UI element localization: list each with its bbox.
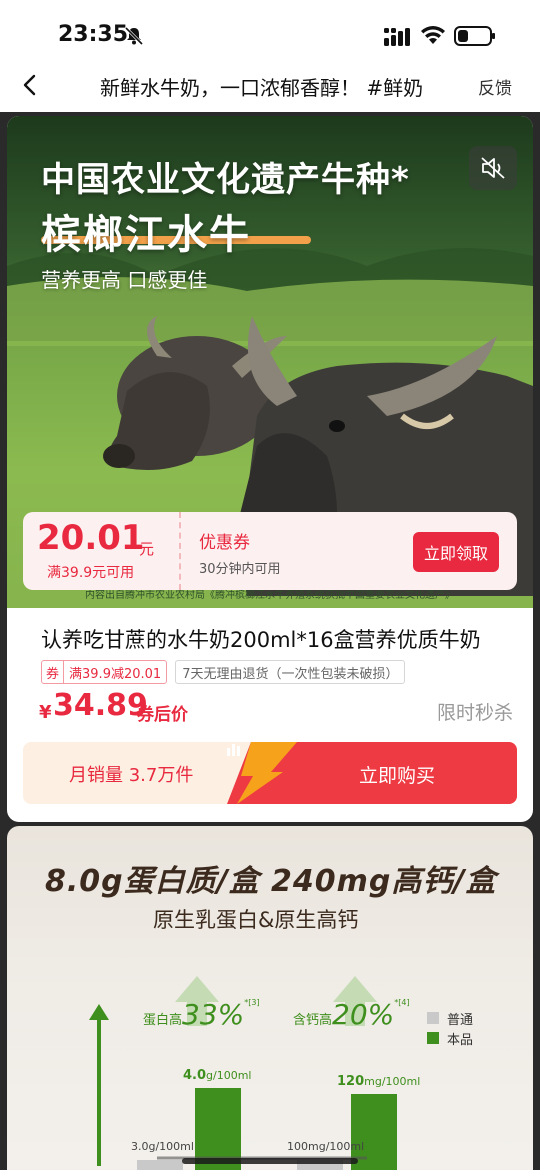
detail-subheadline: 原生乳蛋白&原生高钙 xyxy=(153,908,359,932)
buy-now-button[interactable]: 立即购买 xyxy=(227,742,517,804)
nutrition-comparison: 蛋白高33%*[3] 含钙高20%*[4] 普通 本品 4.0g/100ml 3… xyxy=(7,946,533,1170)
coupon-amount: 20.01 xyxy=(37,518,145,558)
price: 34.89 xyxy=(53,688,148,723)
legend-product: 本品 xyxy=(427,1028,473,1048)
live-bars-icon xyxy=(227,744,240,756)
buy-bar: 月销量 3.7万件 立即购买 xyxy=(23,742,517,804)
back-icon[interactable] xyxy=(18,70,44,100)
monthly-sales: 月销量 3.7万件 xyxy=(69,765,194,786)
protein-product-value: 4.0g/100ml xyxy=(183,1068,252,1083)
calcium-normal-value: 100mg/100ml xyxy=(287,1140,365,1153)
coupon-condition: 满39.9元可用 xyxy=(47,565,135,581)
coupon-tag-text: 满39.9减20.01 xyxy=(69,667,162,682)
hero-title: 中国农业文化遗产牛种* xyxy=(41,160,410,200)
product-hero-image[interactable]: 中国农业文化遗产牛种* 槟榔江水牛 营养更高 口感更佳 内容出自腾冲市农业农村局… xyxy=(7,116,533,608)
protein-normal-value: 3.0g/100ml xyxy=(131,1140,194,1153)
protein-normal-bar xyxy=(137,1160,183,1170)
calcium-product-value: 120mg/100ml xyxy=(337,1074,421,1089)
product-title[interactable]: 认养吃甘蔗的水牛奶200ml*16盒营养优质牛奶 xyxy=(41,624,511,654)
coupon-value: 20.01 元 满39.9元可用 xyxy=(23,512,181,590)
hero-subtitle: 槟榔江水牛 xyxy=(41,212,251,258)
detail-image-card[interactable]: 8.0g蛋白质/盒 240mg高钙/盒 原生乳蛋白&原生高钙 蛋白高33%*[3… xyxy=(7,826,533,1170)
hero-tagline: 营养更高 口感更佳 xyxy=(41,268,208,292)
status-time: 23:35 xyxy=(58,22,129,47)
coupon-strip: 20.01 元 满39.9元可用 优惠券 30分钟内可用 立即领取 xyxy=(23,512,517,590)
page-title: 新鲜水牛奶，一口浓郁香醇！ #鲜奶 xyxy=(100,76,424,100)
tag-row: 券 满39.9减20.01 7天无理由退货（一次性包装未破损） xyxy=(41,660,406,684)
calcium-ref: *[4] xyxy=(394,998,410,1007)
coupon-tag-prefix: 券 xyxy=(42,661,65,683)
buy-now-label: 立即购买 xyxy=(359,765,436,787)
protein-stat: 蛋白高33%*[3] xyxy=(143,998,260,1031)
nav-bar: 新鲜水牛奶，一口浓郁香醇！ #鲜奶 反馈 xyxy=(0,60,540,112)
protein-stat-pct: 33% xyxy=(182,998,245,1031)
calcium-stat-pct: 20% xyxy=(332,998,395,1031)
home-indicator[interactable] xyxy=(182,1158,358,1164)
speaker-muted-icon xyxy=(481,157,505,179)
flash-sale-label: 限时秒杀 xyxy=(437,702,514,724)
calcium-stat: 含钙高20%*[4] xyxy=(293,998,410,1031)
protein-stat-label: 蛋白高 xyxy=(143,1013,183,1028)
coupon-type: 优惠券 xyxy=(199,533,250,553)
comparison-graphics xyxy=(89,976,397,1170)
wifi-icon xyxy=(421,26,445,44)
feedback-button[interactable]: 反馈 xyxy=(478,74,512,99)
coupon-unit: 元 xyxy=(139,540,155,558)
bell-muted-icon xyxy=(124,26,144,46)
price-label: 券后价 xyxy=(137,705,188,725)
coupon-tag: 券 满39.9减20.01 xyxy=(41,660,168,684)
detail-headline: 8.0g蛋白质/盒 240mg高钙/盒 xyxy=(45,864,497,899)
claim-coupon-button[interactable]: 立即领取 xyxy=(413,532,499,572)
coupon-validity: 30分钟内可用 xyxy=(199,562,281,577)
mute-button[interactable] xyxy=(469,146,517,190)
signal-icon xyxy=(384,28,410,46)
chart-legend: 普通 本品 xyxy=(427,1008,473,1048)
price-currency: ¥ xyxy=(39,702,52,723)
legend-normal: 普通 xyxy=(427,1008,473,1028)
product-card: 中国农业文化遗产牛种* 槟榔江水牛 营养更高 口感更佳 内容出自腾冲市农业农村局… xyxy=(7,116,533,822)
calcium-stat-label: 含钙高 xyxy=(293,1013,333,1028)
battery-icon xyxy=(454,26,495,46)
protein-ref: *[3] xyxy=(244,998,260,1007)
return-policy-tag: 7天无理由退货（一次性包装未破损） xyxy=(175,660,406,684)
